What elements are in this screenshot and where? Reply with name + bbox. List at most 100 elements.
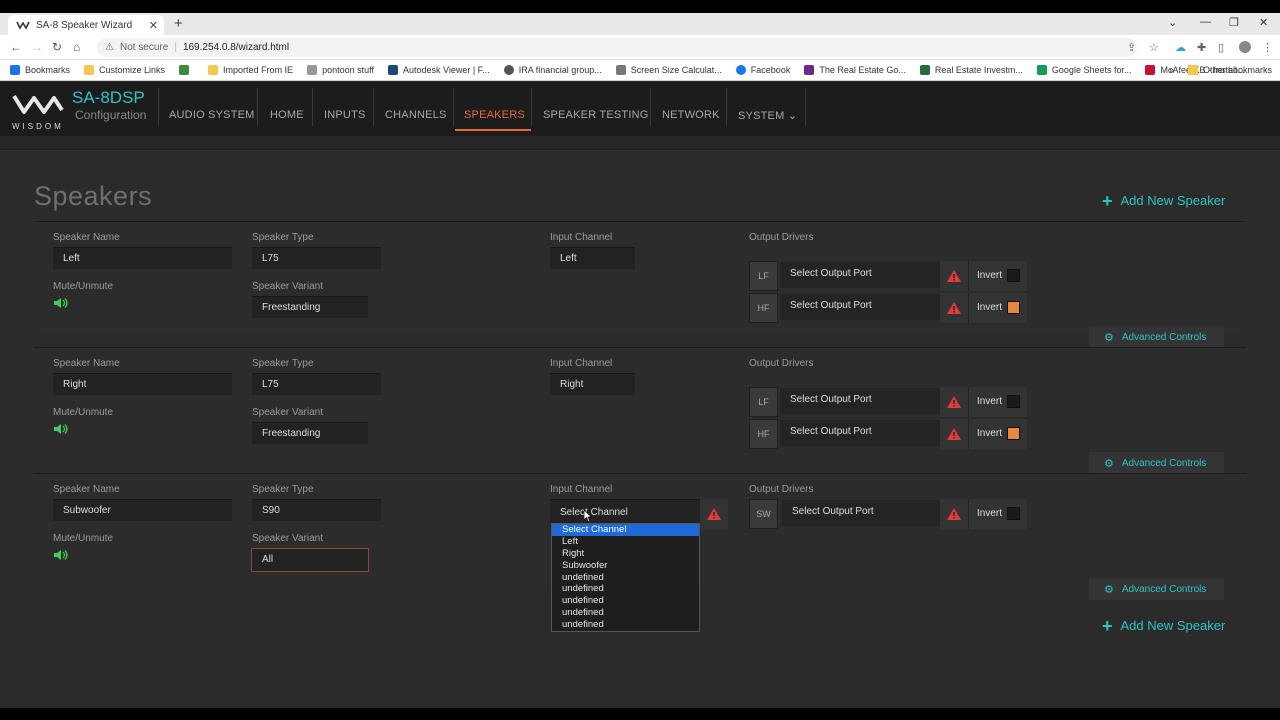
speaker-type-select[interactable]: S90	[252, 499, 381, 521]
bookmark-item[interactable]: Bookmarks	[10, 65, 70, 75]
share-icon[interactable]: ⇪	[1127, 41, 1136, 54]
profile-avatar[interactable]	[1239, 41, 1251, 53]
extension-cloud-icon[interactable]: ☁	[1175, 41, 1186, 54]
bookmark-item[interactable]: The Real Estate Go...	[804, 65, 906, 75]
dropdown-option[interactable]: Left	[552, 536, 699, 548]
advanced-controls-button[interactable]: ⚙ Advanced Controls	[1089, 578, 1224, 600]
dropdown-option[interactable]: undefined	[552, 607, 699, 619]
gear-icon: ⚙	[1104, 331, 1114, 344]
bookmark-item[interactable]: pontoon stuff	[307, 65, 374, 75]
warning-icon	[947, 302, 961, 314]
add-speaker-button-top[interactable]: + Add New Speaker	[1102, 192, 1225, 210]
bookmark-item[interactable]: Google Sheets for...	[1036, 65, 1131, 75]
bookmark-item[interactable]: Autodesk Viewer | F...	[387, 65, 490, 75]
speaker-variant-select[interactable]: Freestanding	[252, 422, 368, 444]
output-port-select[interactable]: Select Output Port	[782, 500, 940, 526]
bookmark-item[interactable]: Imported From IE	[208, 65, 293, 75]
output-port-select[interactable]: Select Output Port	[780, 388, 940, 414]
new-tab-icon[interactable]: +	[174, 16, 183, 32]
side-panel-icon[interactable]: ▯	[1218, 41, 1224, 54]
nav-divider	[805, 88, 806, 126]
dropdown-option[interactable]: undefined	[552, 583, 699, 595]
speaker-name-label: Speaker Name	[53, 232, 120, 243]
tab-close-icon[interactable]: ✕	[149, 19, 158, 32]
dropdown-option[interactable]: undefined	[552, 619, 699, 631]
variant-label: Speaker Variant	[252, 407, 323, 418]
maximize-icon[interactable]: ❐	[1229, 16, 1239, 29]
input-channel-select[interactable]: Left	[550, 247, 635, 269]
bookmark-item[interactable]: Screen Size Calculat...	[615, 65, 722, 75]
reload-icon[interactable]: ↻	[52, 40, 62, 54]
speaker-name-input[interactable]: Right	[53, 373, 232, 395]
chevron-down-icon: ⌄	[787, 110, 798, 122]
input-channel-select[interactable]: Right	[550, 373, 635, 395]
window-close-icon[interactable]: ✕	[1259, 16, 1268, 29]
invert-control: Invert	[968, 387, 1027, 417]
warning-box	[940, 419, 968, 449]
variant-label: Speaker Variant	[252, 533, 323, 544]
dropdown-option[interactable]: Right	[552, 548, 699, 560]
speaker-name-input[interactable]: Subwoofer	[53, 499, 232, 521]
speaker-volume-icon[interactable]	[53, 423, 69, 435]
speaker-volume-icon[interactable]	[53, 549, 69, 561]
dropdown-option[interactable]: Subwoofer	[552, 560, 699, 572]
menu-icon[interactable]: ⋮	[1262, 41, 1273, 54]
output-port-select[interactable]: Select Output Port	[780, 420, 940, 446]
facebook-icon	[735, 65, 746, 75]
forward-icon[interactable]: →	[31, 40, 43, 54]
invert-checkbox-checked[interactable]	[1007, 301, 1020, 314]
more-bookmarks-icon[interactable]: »	[1169, 65, 1174, 75]
address-toolbar: ← → ↻ ⌂ ⚠ Not secure | 169.254.0.8/wizar…	[0, 35, 1280, 60]
speaker-variant-select[interactable]: Freestanding	[252, 296, 368, 318]
speaker-type-select[interactable]: L75	[252, 373, 381, 395]
minimize-icon[interactable]: —	[1200, 16, 1211, 28]
url-bar[interactable]: ⚠ Not secure | 169.254.0.8/wizard.html	[97, 38, 1137, 57]
nav-inputs[interactable]: INPUTS	[324, 109, 366, 121]
tab-search-icon[interactable]: ⌄	[1168, 16, 1177, 29]
speaker-volume-icon[interactable]	[53, 297, 69, 309]
invert-checkbox[interactable]	[1007, 395, 1020, 408]
dropdown-option[interactable]: undefined	[552, 595, 699, 607]
warning-icon	[947, 508, 961, 520]
back-icon[interactable]: ←	[10, 40, 22, 54]
speaker-variant-select[interactable]: All	[251, 548, 369, 572]
other-bookmarks[interactable]: » Other bookmarks	[1169, 65, 1272, 75]
nav-divider	[726, 88, 727, 126]
browser-tab[interactable]: SA-8 Speaker Wizard ✕	[8, 15, 164, 35]
nav-home[interactable]: HOME	[270, 109, 304, 121]
bookmark-item[interactable]: IRA financial group...	[503, 65, 602, 75]
bookmark-star-icon[interactable]: ☆	[1149, 41, 1159, 54]
speaker-type-select[interactable]: L75	[252, 247, 381, 269]
nav-speaker-testing[interactable]: SPEAKER TESTING	[543, 109, 649, 121]
advanced-controls-button[interactable]: ⚙ Advanced Controls	[1089, 326, 1224, 348]
site-icon	[179, 65, 190, 75]
add-speaker-button-bottom[interactable]: + Add New Speaker	[1102, 617, 1225, 635]
bookmark-item[interactable]	[179, 65, 194, 75]
nav-speakers[interactable]: SPEAKERS	[464, 109, 525, 121]
home-icon[interactable]: ⌂	[73, 40, 80, 54]
bookmark-item[interactable]: Real Estate Investm...	[919, 65, 1023, 75]
advanced-controls-button[interactable]: ⚙ Advanced Controls	[1089, 452, 1224, 474]
invert-checkbox[interactable]	[1007, 507, 1020, 520]
bookmark-item[interactable]: Facebook	[735, 65, 790, 75]
bookmark-item[interactable]: Customize Links	[84, 65, 165, 75]
warning-box	[940, 387, 968, 417]
warning-box	[700, 499, 728, 529]
invert-label: Invert	[977, 508, 1003, 519]
nav-network[interactable]: NETWORK	[662, 109, 720, 121]
output-port-select[interactable]: Select Output Port	[780, 262, 940, 288]
nav-channels[interactable]: CHANNELS	[385, 109, 447, 121]
dropdown-option[interactable]: Select Channel	[552, 524, 699, 536]
invert-checkbox-checked[interactable]	[1007, 427, 1020, 440]
driver-tag-lf: LF	[749, 261, 778, 291]
driver-tag-hf: HF	[749, 293, 778, 323]
invert-checkbox[interactable]	[1007, 269, 1020, 282]
dropdown-option[interactable]: undefined	[552, 572, 699, 584]
nav-audio-system[interactable]: AUDIO SYSTEM	[169, 109, 255, 121]
nav-system[interactable]: SYSTEM ⌄	[738, 109, 797, 122]
speaker-name-input[interactable]: Left	[53, 247, 232, 269]
input-channel-label: Input Channel	[550, 484, 613, 495]
extensions-puzzle-icon[interactable]: ✚	[1197, 41, 1206, 54]
invert-control: Invert	[968, 499, 1027, 529]
output-port-select[interactable]: Select Output Port	[780, 294, 940, 320]
